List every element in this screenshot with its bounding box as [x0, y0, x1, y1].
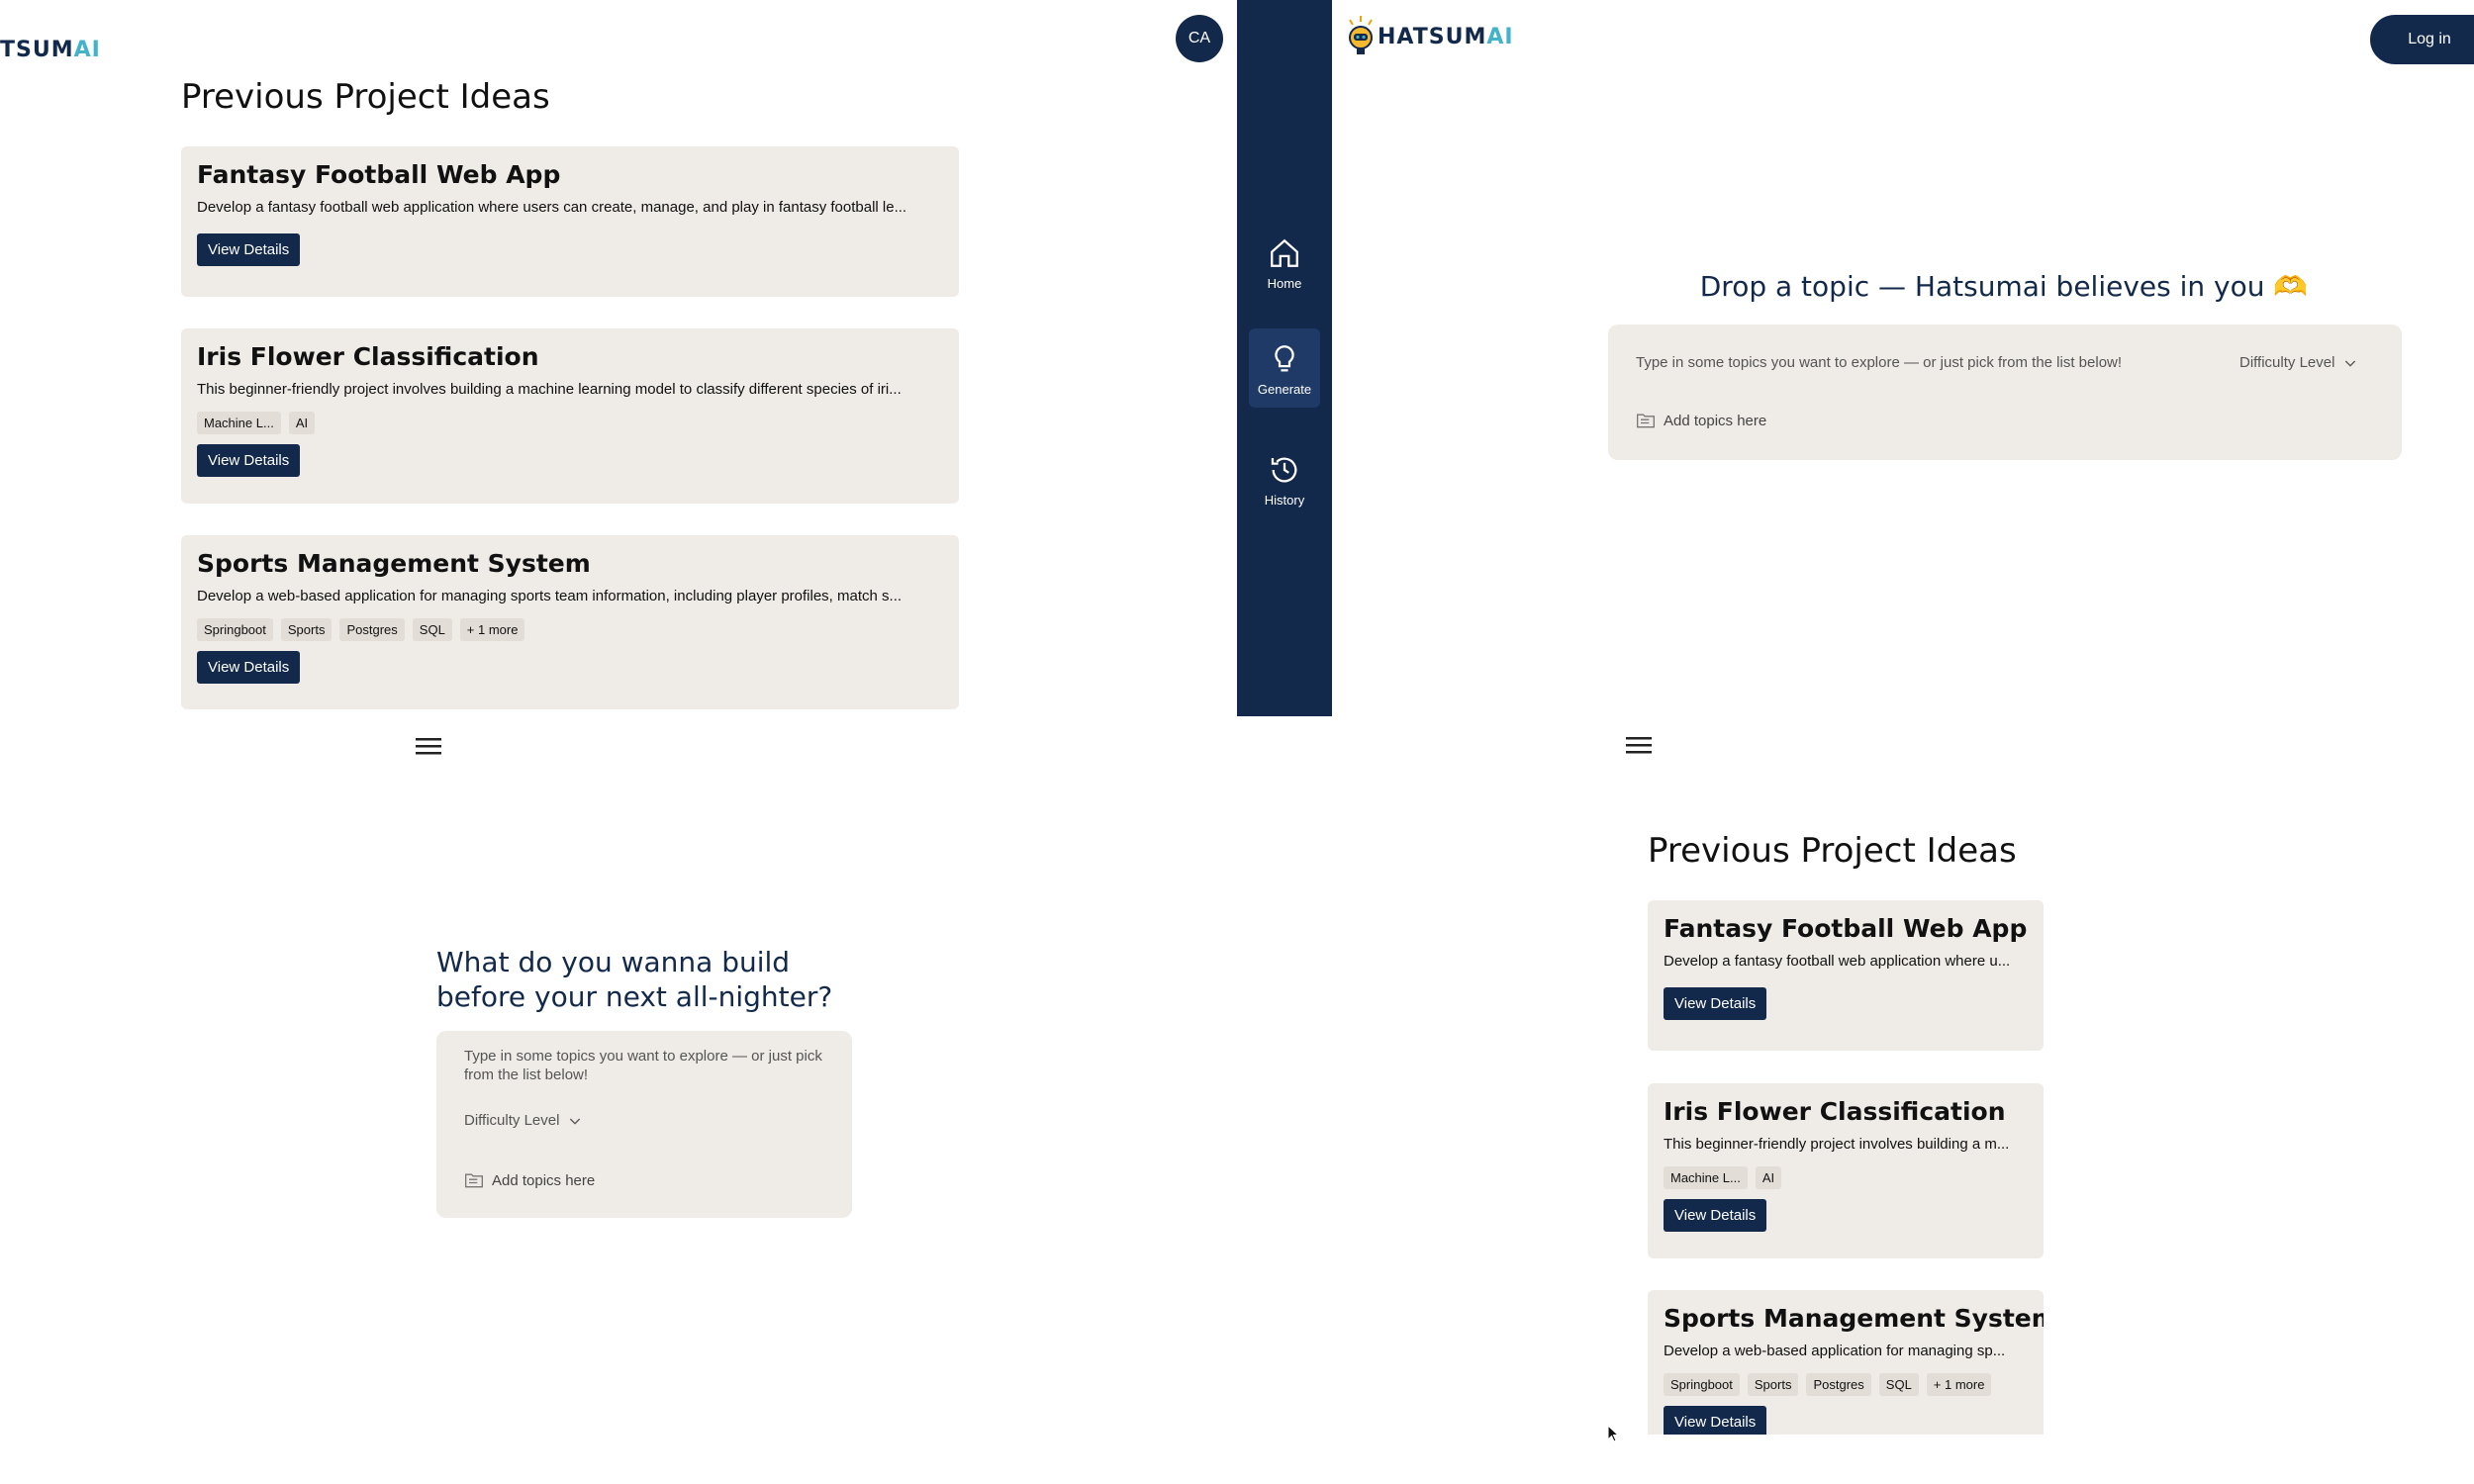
avatar-initials: CA [1188, 30, 1211, 46]
view-details-button[interactable]: View Details [1664, 1406, 1767, 1435]
add-topics-button[interactable]: Add topics here [1636, 412, 1766, 429]
tag-list: Springboot Sports Postgres SQL + 1 more [197, 618, 943, 641]
hamburger-menu-icon[interactable] [416, 735, 441, 757]
card-title: Fantasy Football Web App [1664, 914, 2028, 943]
card-description: This beginner-friendly project involves … [1664, 1136, 2010, 1153]
sidebar-item-home[interactable]: Home [1249, 223, 1320, 302]
logo-ai-text: AI [1486, 24, 1514, 49]
view-details-button[interactable]: View Details [197, 233, 301, 266]
generate-headline: Drop a topic — Hatsumai believes in you … [1699, 270, 2309, 303]
hamburger-menu-icon[interactable] [1626, 734, 1652, 756]
add-topics-label: Add topics here [492, 1171, 596, 1189]
page-title: Previous Project Ideas [1648, 831, 2017, 871]
card-title: Iris Flower Classification [197, 342, 539, 371]
topic-input[interactable]: Type in some topics you want to explore … [464, 1047, 830, 1084]
logo-text: TSUM [0, 38, 74, 62]
user-avatar[interactable]: CA [1176, 15, 1223, 62]
card-description: Develop a web-based application for mana… [1664, 1343, 2006, 1359]
tag-list: Springboot Sports Postgres SQL + 1 more [1664, 1373, 2028, 1396]
tag: Sports [1747, 1373, 1799, 1396]
tag: Sports [280, 618, 333, 641]
folder-icon [1637, 414, 1655, 428]
robot-bulb-icon [1349, 16, 1373, 54]
tag: + 1 more [1926, 1373, 1992, 1396]
sidebar-item-label: Home [1267, 276, 1302, 291]
tag-list: Machine L... AI [1664, 1166, 2028, 1189]
logo-text: HATSUM [1378, 24, 1487, 49]
topic-input[interactable]: Type in some topics you want to explore … [1636, 354, 2190, 371]
view-details-button[interactable]: View Details [197, 444, 301, 477]
topic-input-placeholder: Type in some topics you want to explore … [464, 1048, 822, 1083]
project-card: Fantasy Football Web App Develop a fanta… [181, 146, 959, 297]
sidebar: Home Generate History [1237, 0, 1332, 716]
login-button[interactable]: Log in [2370, 15, 2474, 64]
history-icon [1271, 457, 1297, 483]
tag: Postgres [1806, 1373, 1871, 1396]
difficulty-dropdown[interactable]: Difficulty Level [2239, 354, 2358, 371]
difficulty-label: Difficulty Level [464, 1112, 560, 1129]
topic-input-box: Type in some topics you want to explore … [436, 1031, 852, 1218]
card-title: Sports Management System [1664, 1304, 2044, 1333]
sidebar-item-history[interactable]: History [1249, 439, 1320, 518]
login-label: Log in [2408, 31, 2451, 47]
view-details-button[interactable]: View Details [1664, 987, 1767, 1020]
topic-input-box: Type in some topics you want to explore … [1608, 325, 2402, 460]
tag: Machine L... [197, 412, 281, 434]
card-description: Develop a fantasy football web applicati… [197, 199, 907, 216]
chevron-down-icon [2345, 360, 2356, 367]
view-details-button[interactable]: View Details [197, 651, 301, 684]
card-title: Sports Management System [197, 549, 591, 578]
card-title: Fantasy Football Web App [197, 160, 561, 189]
add-topics-label: Add topics here [1664, 412, 1767, 429]
logo-ai-text: AI [73, 38, 101, 62]
card-description: Develop a web-based application for mana… [197, 588, 903, 604]
add-topics-button[interactable]: Add topics here [464, 1171, 595, 1189]
difficulty-dropdown[interactable]: Difficulty Level [464, 1112, 583, 1129]
project-card: Fantasy Football Web App Develop a fanta… [1648, 900, 2044, 1051]
tag: + 1 more [459, 618, 525, 641]
sidebar-item-label: History [1264, 493, 1305, 508]
brand-logo[interactable]: HATSUM AI [1344, 14, 1514, 59]
project-card: Iris Flower Classification This beginner… [181, 328, 959, 504]
card-description: Develop a fantasy football web applicati… [1664, 953, 2011, 970]
folder-icon [465, 1173, 483, 1188]
tag: SQL [412, 618, 452, 641]
home-icon [1271, 238, 1298, 267]
topic-input-placeholder: Type in some topics you want to explore … [1636, 354, 2123, 371]
tag: AI [288, 412, 316, 434]
tag: SQL [1878, 1373, 1919, 1396]
tag-list: Machine L... AI [197, 412, 943, 434]
mobile-headline: What do you wanna build before your next… [436, 945, 832, 1014]
project-card: Iris Flower Classification This beginner… [1648, 1083, 2044, 1258]
tag: Springboot [1664, 1373, 1740, 1396]
tag: Machine L... [1664, 1166, 1748, 1189]
headline-line: before your next all-nighter? [436, 980, 833, 1013]
project-card: Sports Management System Develop a web-b… [181, 535, 959, 709]
chevron-down-icon [570, 1118, 581, 1125]
lightbulb-icon [1275, 345, 1294, 372]
mouse-cursor-icon [1607, 1425, 1619, 1442]
sidebar-item-generate[interactable]: Generate [1249, 328, 1320, 408]
sidebar-item-label: Generate [1257, 382, 1312, 397]
headline-line: What do you wanna build [436, 946, 791, 978]
project-card: Sports Management System Develop a web-b… [1648, 1290, 2044, 1435]
tag: AI [1755, 1166, 1782, 1189]
card-title: Iris Flower Classification [1664, 1097, 2006, 1126]
difficulty-label: Difficulty Level [2239, 354, 2335, 371]
tag: Postgres [339, 618, 405, 641]
tag: Springboot [197, 618, 273, 641]
page-title: Previous Project Ideas [181, 77, 550, 117]
brand-logo-partial: TSUM AI [0, 38, 101, 62]
card-description: This beginner-friendly project involves … [197, 381, 902, 398]
view-details-button[interactable]: View Details [1664, 1199, 1767, 1232]
